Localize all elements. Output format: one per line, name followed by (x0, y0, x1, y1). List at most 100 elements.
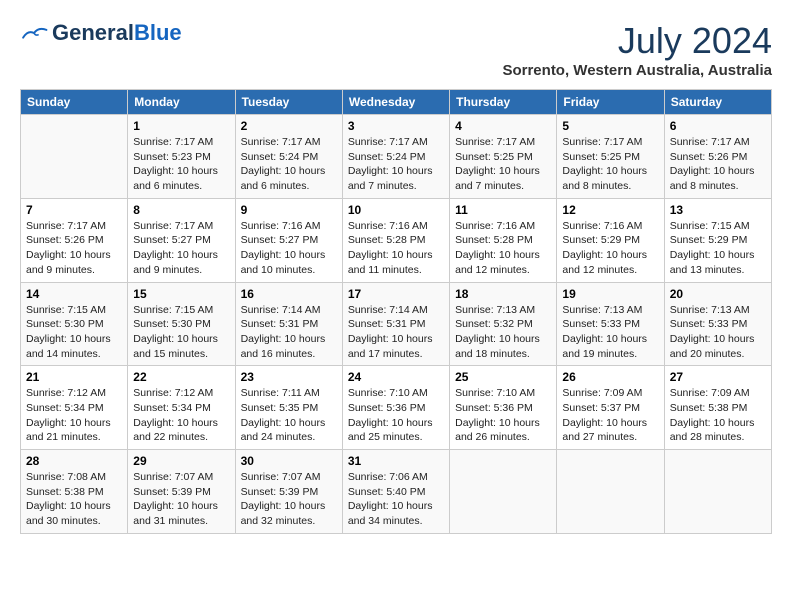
weekday-header-sunday: Sunday (21, 90, 128, 115)
day-number: 6 (670, 119, 766, 133)
cell-content: Sunrise: 7:17 AMSunset: 5:25 PMDaylight:… (455, 135, 551, 194)
day-number: 13 (670, 203, 766, 217)
cell-content: Sunrise: 7:10 AMSunset: 5:36 PMDaylight:… (455, 386, 551, 445)
day-number: 16 (241, 287, 337, 301)
cell-content: Sunrise: 7:17 AMSunset: 5:27 PMDaylight:… (133, 219, 229, 278)
calendar-cell: 15 Sunrise: 7:15 AMSunset: 5:30 PMDayligh… (128, 282, 235, 366)
day-number: 12 (562, 203, 658, 217)
calendar-cell: 3 Sunrise: 7:17 AMSunset: 5:24 PMDaylight… (342, 115, 449, 199)
logo-blue: Blue (134, 20, 182, 45)
weekday-header-friday: Friday (557, 90, 664, 115)
day-number: 8 (133, 203, 229, 217)
cell-content: Sunrise: 7:17 AMSunset: 5:24 PMDaylight:… (241, 135, 337, 194)
location-title: Sorrento, Western Australia, Australia (502, 62, 772, 79)
calendar-cell: 21 Sunrise: 7:12 AMSunset: 5:34 PMDayligh… (21, 366, 128, 450)
calendar-cell: 31Sunrise: 7:06 AMSunset: 5:40 PMDayligh… (342, 450, 449, 534)
day-number: 4 (455, 119, 551, 133)
calendar-cell: 12Sunrise: 7:16 AMSunset: 5:29 PMDayligh… (557, 198, 664, 282)
day-number: 27 (670, 370, 766, 384)
calendar-cell: 29 Sunrise: 7:07 AMSunset: 5:39 PMDayligh… (128, 450, 235, 534)
weekday-header-row: SundayMondayTuesdayWednesdayThursdayFrid… (21, 90, 772, 115)
calendar-cell: 8 Sunrise: 7:17 AMSunset: 5:27 PMDaylight… (128, 198, 235, 282)
cell-content: Sunrise: 7:09 AMSunset: 5:38 PMDaylight:… (670, 386, 766, 445)
calendar-table: SundayMondayTuesdayWednesdayThursdayFrid… (20, 89, 772, 534)
cell-content: Sunrise: 7:17 AMSunset: 5:26 PMDaylight:… (26, 219, 122, 278)
logo-icon (20, 23, 48, 43)
calendar-cell: 11Sunrise: 7:16 AMSunset: 5:28 PMDayligh… (450, 198, 557, 282)
day-number: 26 (562, 370, 658, 384)
calendar-cell: 2 Sunrise: 7:17 AMSunset: 5:24 PMDaylight… (235, 115, 342, 199)
day-number: 21 (26, 370, 122, 384)
cell-content: Sunrise: 7:08 AMSunset: 5:38 PMDaylight:… (26, 470, 122, 529)
cell-content: Sunrise: 7:15 AMSunset: 5:30 PMDaylight:… (26, 303, 122, 362)
day-number: 3 (348, 119, 444, 133)
cell-content: Sunrise: 7:13 AMSunset: 5:33 PMDaylight:… (670, 303, 766, 362)
calendar-cell: 16 Sunrise: 7:14 AMSunset: 5:31 PMDayligh… (235, 282, 342, 366)
calendar-cell: 10 Sunrise: 7:16 AMSunset: 5:28 PMDayligh… (342, 198, 449, 282)
calendar-cell: 20 Sunrise: 7:13 AMSunset: 5:33 PMDayligh… (664, 282, 771, 366)
cell-content: Sunrise: 7:16 AMSunset: 5:27 PMDaylight:… (241, 219, 337, 278)
day-number: 23 (241, 370, 337, 384)
weekday-header-thursday: Thursday (450, 90, 557, 115)
calendar-cell: 23Sunrise: 7:11 AMSunset: 5:35 PMDayligh… (235, 366, 342, 450)
calendar-cell: 9 Sunrise: 7:16 AMSunset: 5:27 PMDaylight… (235, 198, 342, 282)
calendar-week-row: 21 Sunrise: 7:12 AMSunset: 5:34 PMDayligh… (21, 366, 772, 450)
logo-general: General (52, 20, 134, 45)
calendar-cell: 19 Sunrise: 7:13 AMSunset: 5:33 PMDayligh… (557, 282, 664, 366)
calendar-cell: 4 Sunrise: 7:17 AMSunset: 5:25 PMDaylight… (450, 115, 557, 199)
cell-content: Sunrise: 7:14 AMSunset: 5:31 PMDaylight:… (348, 303, 444, 362)
calendar-cell: 1 Sunrise: 7:17 AMSunset: 5:23 PMDaylight… (128, 115, 235, 199)
calendar-cell (557, 450, 664, 534)
logo: GeneralBlue (20, 20, 182, 46)
cell-content: Sunrise: 7:17 AMSunset: 5:25 PMDaylight:… (562, 135, 658, 194)
cell-content: Sunrise: 7:15 AMSunset: 5:29 PMDaylight:… (670, 219, 766, 278)
calendar-week-row: 1 Sunrise: 7:17 AMSunset: 5:23 PMDaylight… (21, 115, 772, 199)
cell-content: Sunrise: 7:16 AMSunset: 5:28 PMDaylight:… (348, 219, 444, 278)
day-number: 11 (455, 203, 551, 217)
calendar-cell: 27 Sunrise: 7:09 AMSunset: 5:38 PMDayligh… (664, 366, 771, 450)
calendar-cell: 22Sunrise: 7:12 AMSunset: 5:34 PMDayligh… (128, 366, 235, 450)
cell-content: Sunrise: 7:12 AMSunset: 5:34 PMDaylight:… (133, 386, 229, 445)
calendar-cell: 30Sunrise: 7:07 AMSunset: 5:39 PMDayligh… (235, 450, 342, 534)
cell-content: Sunrise: 7:07 AMSunset: 5:39 PMDaylight:… (133, 470, 229, 529)
day-number: 29 (133, 454, 229, 468)
title-area: July 2024 Sorrento, Western Australia, A… (502, 20, 772, 79)
weekday-header-wednesday: Wednesday (342, 90, 449, 115)
calendar-cell: 25 Sunrise: 7:10 AMSunset: 5:36 PMDayligh… (450, 366, 557, 450)
day-number: 7 (26, 203, 122, 217)
cell-content: Sunrise: 7:14 AMSunset: 5:31 PMDaylight:… (241, 303, 337, 362)
cell-content: Sunrise: 7:13 AMSunset: 5:32 PMDaylight:… (455, 303, 551, 362)
day-number: 28 (26, 454, 122, 468)
header: GeneralBlue July 2024 Sorrento, Western … (20, 20, 772, 79)
day-number: 18 (455, 287, 551, 301)
day-number: 1 (133, 119, 229, 133)
day-number: 10 (348, 203, 444, 217)
day-number: 9 (241, 203, 337, 217)
calendar-cell: 13 Sunrise: 7:15 AMSunset: 5:29 PMDayligh… (664, 198, 771, 282)
weekday-header-monday: Monday (128, 90, 235, 115)
calendar-cell: 6 Sunrise: 7:17 AMSunset: 5:26 PMDaylight… (664, 115, 771, 199)
day-number: 17 (348, 287, 444, 301)
day-number: 25 (455, 370, 551, 384)
cell-content: Sunrise: 7:12 AMSunset: 5:34 PMDaylight:… (26, 386, 122, 445)
calendar-cell (21, 115, 128, 199)
calendar-week-row: 14Sunrise: 7:15 AMSunset: 5:30 PMDayligh… (21, 282, 772, 366)
cell-content: Sunrise: 7:09 AMSunset: 5:37 PMDaylight:… (562, 386, 658, 445)
day-number: 31 (348, 454, 444, 468)
calendar-cell (450, 450, 557, 534)
day-number: 20 (670, 287, 766, 301)
day-number: 15 (133, 287, 229, 301)
calendar-cell (664, 450, 771, 534)
cell-content: Sunrise: 7:17 AMSunset: 5:24 PMDaylight:… (348, 135, 444, 194)
calendar-week-row: 28 Sunrise: 7:08 AMSunset: 5:38 PMDayligh… (21, 450, 772, 534)
calendar-week-row: 7 Sunrise: 7:17 AMSunset: 5:26 PMDaylight… (21, 198, 772, 282)
day-number: 19 (562, 287, 658, 301)
calendar-cell: 28 Sunrise: 7:08 AMSunset: 5:38 PMDayligh… (21, 450, 128, 534)
cell-content: Sunrise: 7:07 AMSunset: 5:39 PMDaylight:… (241, 470, 337, 529)
cell-content: Sunrise: 7:17 AMSunset: 5:23 PMDaylight:… (133, 135, 229, 194)
calendar-cell: 5Sunrise: 7:17 AMSunset: 5:25 PMDaylight… (557, 115, 664, 199)
cell-content: Sunrise: 7:17 AMSunset: 5:26 PMDaylight:… (670, 135, 766, 194)
cell-content: Sunrise: 7:13 AMSunset: 5:33 PMDaylight:… (562, 303, 658, 362)
day-number: 2 (241, 119, 337, 133)
cell-content: Sunrise: 7:15 AMSunset: 5:30 PMDaylight:… (133, 303, 229, 362)
